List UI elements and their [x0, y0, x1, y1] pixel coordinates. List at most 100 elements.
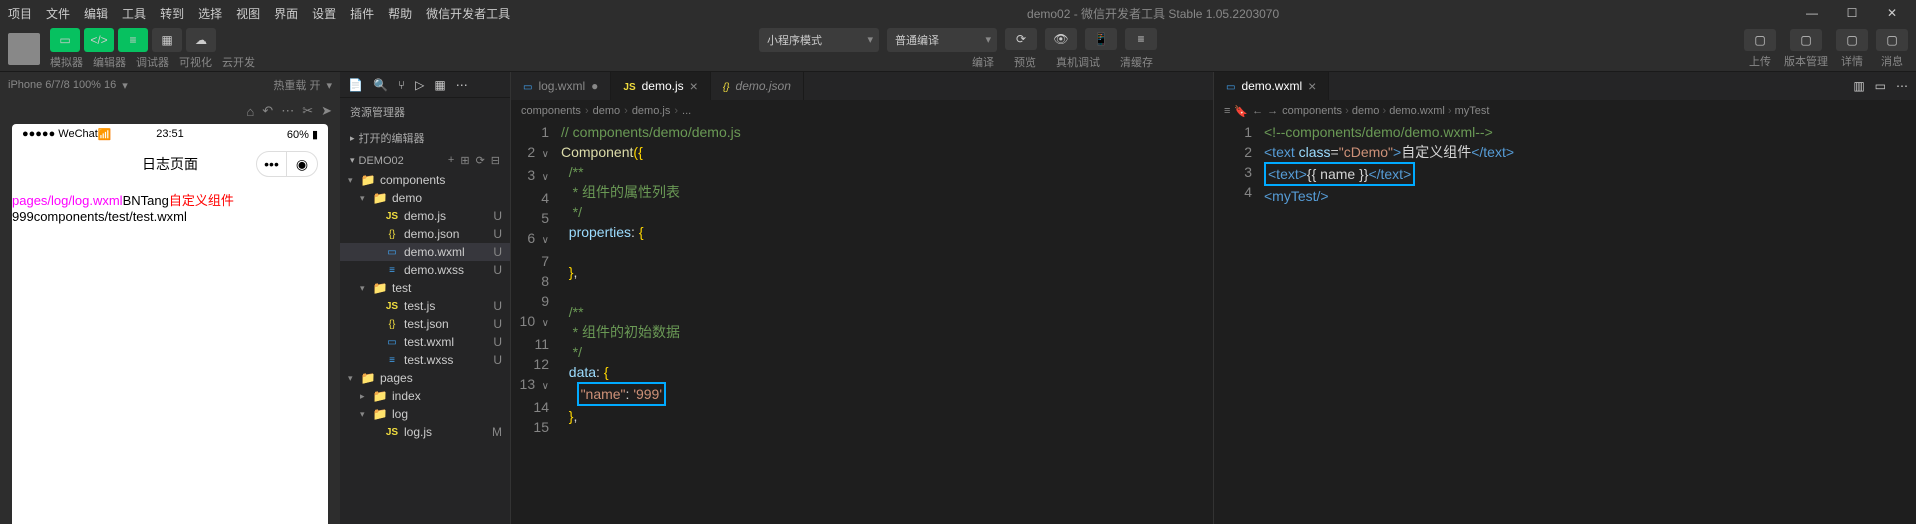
editor2-code[interactable]: 1234 <!--components/demo/demo.wxml--><te…: [1214, 122, 1916, 524]
tree-item-log[interactable]: ▾📁log: [340, 405, 510, 423]
compile-select[interactable]: 普通编译: [887, 28, 997, 52]
debugger-button[interactable]: ≡: [118, 28, 148, 52]
tree-item-test[interactable]: ▾📁test: [340, 279, 510, 297]
menubar: 项目文件编辑工具转到选择视图界面设置插件帮助微信开发者工具 demo02 - 微…: [0, 0, 1916, 26]
more-icon[interactable]: ➤: [321, 103, 332, 119]
simulator-button[interactable]: ▭: [50, 28, 80, 52]
tree-item-demo.js[interactable]: JSdemo.jsU: [340, 207, 510, 225]
menu-界面[interactable]: 界面: [274, 5, 298, 22]
close-icon[interactable]: ×: [1308, 78, 1316, 94]
menu-工具[interactable]: 工具: [122, 5, 146, 22]
editor2-actions: ▥ ▭ ⋯: [1845, 72, 1916, 100]
tab-log.wxml[interactable]: ▭log.wxml●: [511, 72, 611, 100]
ellipsis-icon[interactable]: ⋯: [1896, 79, 1908, 93]
menu-选择[interactable]: 选择: [198, 5, 222, 22]
tree-item-test.wxml[interactable]: ▭test.wxmlU: [340, 333, 510, 351]
clear-cache-button[interactable]: ≡: [1125, 28, 1157, 50]
avatar[interactable]: [8, 33, 40, 65]
files-icon[interactable]: 📄: [348, 78, 363, 92]
close-button[interactable]: ✕: [1876, 3, 1908, 23]
nav-fwd-icon[interactable]: →: [1267, 105, 1278, 117]
消息-button[interactable]: ▢: [1876, 29, 1908, 51]
tree-item-index[interactable]: ▸📁index: [340, 387, 510, 405]
minimize-button[interactable]: —: [1796, 3, 1828, 23]
tree-item-test.json[interactable]: {}test.jsonU: [340, 315, 510, 333]
device-select[interactable]: iPhone 6/7/8 100% 16: [8, 79, 116, 91]
menu-编辑[interactable]: 编辑: [84, 5, 108, 22]
crumb[interactable]: demo: [1352, 105, 1380, 117]
crumb[interactable]: demo: [593, 105, 621, 117]
editor-pane-2: ▭demo.wxml× ▥ ▭ ⋯ ≡ 🔖 ← → components › d…: [1213, 72, 1916, 524]
tree-item-log.js[interactable]: JSlog.jsM: [340, 423, 510, 441]
back-icon[interactable]: ↶: [262, 103, 273, 119]
tree-item-test.js[interactable]: JStest.jsU: [340, 297, 510, 315]
tab-demo.json[interactable]: {}demo.json: [711, 72, 804, 100]
crumb[interactable]: components: [1282, 105, 1342, 117]
capsule-button[interactable]: ••• ◉: [256, 151, 318, 177]
crumb[interactable]: demo.js: [632, 105, 671, 117]
cut-icon[interactable]: ✂: [302, 103, 313, 119]
maximize-button[interactable]: ☐: [1836, 3, 1868, 23]
crumb[interactable]: components: [521, 105, 581, 117]
bookmark-icon[interactable]: 🔖: [1234, 105, 1248, 118]
tree-item-components[interactable]: ▾📁components: [340, 171, 510, 189]
new-file-icon[interactable]: +: [448, 154, 454, 167]
详情-button[interactable]: ▢: [1836, 29, 1868, 51]
nav-back-icon[interactable]: ←: [1252, 105, 1263, 117]
refresh-icon[interactable]: ⟳: [476, 154, 485, 167]
more-icon[interactable]: ▭: [1875, 79, 1886, 93]
compile-button[interactable]: ⟳: [1005, 28, 1037, 50]
project-section[interactable]: ▾DEMO02 + ⊞ ⟳ ⊟: [340, 150, 510, 171]
menu-微信开发者工具[interactable]: 微信开发者工具: [426, 5, 510, 22]
debug-icon[interactable]: ▷: [415, 78, 424, 92]
close-icon[interactable]: ×: [690, 78, 698, 94]
menu-项目[interactable]: 项目: [8, 5, 32, 22]
menu-转到[interactable]: 转到: [160, 5, 184, 22]
simulator-panel: iPhone 6/7/8 100% 16▾ 热重载 开▾ ⌂ ↶ ⋯ ✂ ➤ ●…: [0, 72, 340, 524]
editor1-code[interactable]: 12 ∨3 ∨456 ∨78910 ∨111213 ∨1415 // compo…: [511, 122, 1213, 524]
tree-item-pages[interactable]: ▾📁pages: [340, 369, 510, 387]
preview-button[interactable]: 👁: [1045, 28, 1077, 50]
crumb[interactable]: myTest: [1455, 105, 1490, 117]
tree-item-test.wxss[interactable]: ≡test.wxssU: [340, 351, 510, 369]
capsule-close-icon[interactable]: ◉: [287, 152, 317, 176]
hot-reload-status[interactable]: 热重载 开: [273, 77, 320, 93]
crumb[interactable]: demo.wxml: [1389, 105, 1445, 117]
remote-debug-button[interactable]: 📱: [1085, 28, 1117, 50]
tree-item-demo.wxss[interactable]: ≡demo.wxssU: [340, 261, 510, 279]
menu-视图[interactable]: 视图: [236, 5, 260, 22]
page-path-text: pages/log/log.wxml: [12, 193, 123, 208]
版本管理-button[interactable]: ▢: [1790, 29, 1822, 51]
menu-设置[interactable]: 设置: [312, 5, 336, 22]
tree-item-demo.wxml[interactable]: ▭demo.wxmlU: [340, 243, 510, 261]
tb-label: 调试器: [136, 54, 169, 70]
cloud-button[interactable]: ☁: [186, 28, 216, 52]
phone-preview: ●●●●● WeChat📶 23:51 60% ▮ 日志页面 ••• ◉ pag…: [12, 124, 328, 524]
split-icon[interactable]: ▥: [1853, 79, 1864, 93]
search-icon[interactable]: 🔍: [373, 78, 388, 92]
git-icon[interactable]: ⑂: [398, 78, 405, 92]
tab-demo.wxml[interactable]: ▭demo.wxml×: [1214, 72, 1329, 100]
editor2-tabs: ▭demo.wxml×: [1214, 72, 1845, 100]
tab-demo.js[interactable]: JSdemo.js×: [611, 72, 710, 100]
mode-select[interactable]: 小程序模式: [759, 28, 879, 52]
ellipsis-icon[interactable]: ⋯: [281, 103, 294, 119]
menu-插件[interactable]: 插件: [350, 5, 374, 22]
visual-button[interactable]: ▦: [152, 28, 182, 52]
new-folder-icon[interactable]: ⊞: [460, 154, 469, 167]
上传-button[interactable]: ▢: [1744, 29, 1776, 51]
tree-item-demo[interactable]: ▾📁demo: [340, 189, 510, 207]
open-editors-section[interactable]: ▸打开的编辑器: [340, 126, 510, 150]
more-icon[interactable]: ⋯: [456, 78, 468, 92]
list-icon[interactable]: ≡: [1224, 105, 1230, 117]
ext-icon[interactable]: ▦: [434, 78, 445, 92]
menu-文件[interactable]: 文件: [46, 5, 70, 22]
crumb[interactable]: ...: [682, 105, 691, 117]
collapse-icon[interactable]: ⊟: [491, 154, 500, 167]
window-title: demo02 - 微信开发者工具 Stable 1.05.2203070: [510, 5, 1796, 22]
home-icon[interactable]: ⌂: [246, 104, 254, 119]
capsule-menu-icon[interactable]: •••: [257, 152, 287, 176]
tree-item-demo.json[interactable]: {}demo.jsonU: [340, 225, 510, 243]
editor-button[interactable]: </>: [84, 28, 114, 52]
menu-帮助[interactable]: 帮助: [388, 5, 412, 22]
